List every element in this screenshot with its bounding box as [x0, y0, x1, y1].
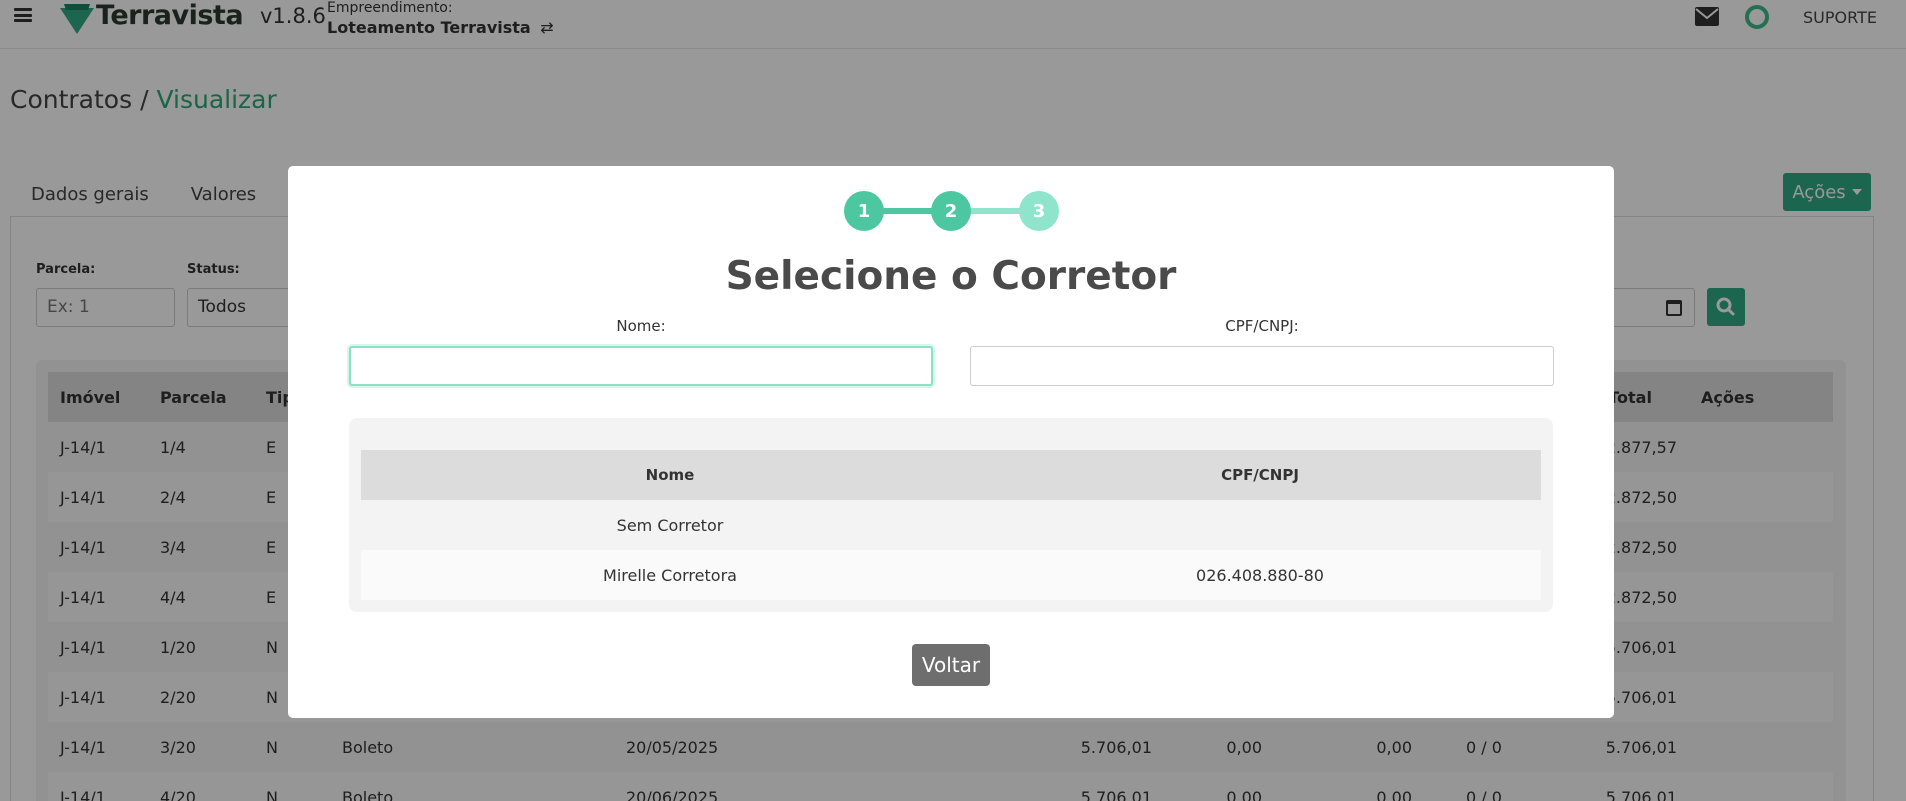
broker-row[interactable]: Sem Corretor — [361, 500, 1541, 550]
results-header-row: Nome CPF/CNPJ — [361, 450, 1541, 500]
step-connector — [882, 208, 934, 214]
step-3: 3 — [1019, 191, 1059, 231]
select-broker-modal: 1 2 3 Selecione o Corretor Nome: CPF/CNP… — [288, 166, 1614, 718]
broker-cpf — [979, 500, 1541, 550]
broker-row[interactable]: Mirelle Corretora 026.408.880-80 — [361, 550, 1541, 600]
broker-cpf: 026.408.880-80 — [979, 550, 1541, 600]
step-1: 1 — [844, 191, 884, 231]
nome-label: Nome: — [616, 317, 666, 335]
broker-results-table: Nome CPF/CNPJ Sem Corretor Mirelle Corre… — [361, 450, 1541, 600]
step-connector — [969, 208, 1021, 214]
cpf-cnpj-label: CPF/CNPJ: — [1225, 317, 1299, 335]
broker-name: Sem Corretor — [361, 500, 979, 550]
col-nome: Nome — [361, 450, 979, 500]
modal-title: Selecione o Corretor — [725, 254, 1177, 299]
back-button[interactable]: Voltar — [912, 644, 990, 686]
wizard-stepper: 1 2 3 — [844, 191, 1059, 231]
col-cpf-cnpj: CPF/CNPJ — [979, 450, 1541, 500]
broker-name: Mirelle Corretora — [361, 550, 979, 600]
nome-search-input[interactable] — [349, 346, 933, 386]
step-2: 2 — [931, 191, 971, 231]
cpf-cnpj-search-input[interactable] — [970, 346, 1554, 386]
